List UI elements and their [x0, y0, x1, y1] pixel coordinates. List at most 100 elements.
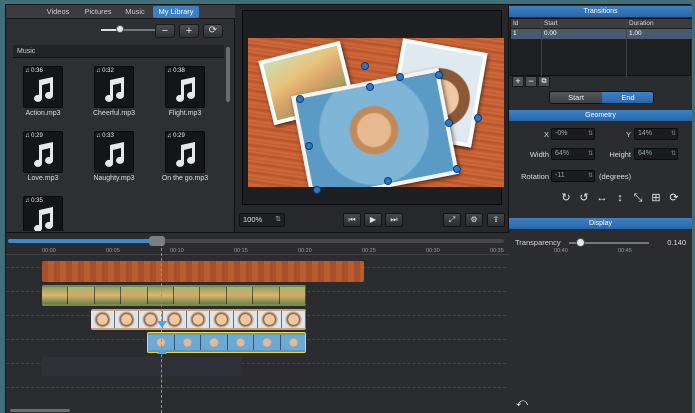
table-row[interactable]: 1 0.00 1.00: [511, 29, 692, 39]
library-scrollbar[interactable]: [226, 47, 230, 102]
music-item[interactable]: ♫ 0:29 Love.mp3: [13, 126, 71, 186]
height-field[interactable]: 64% ⇅: [634, 148, 678, 160]
rotation-field[interactable]: -11 ⇅: [551, 170, 595, 182]
cell-start: 0.00: [544, 30, 557, 37]
clip-frame: [42, 287, 69, 304]
play-button[interactable]: ▶: [364, 213, 382, 227]
refresh-button[interactable]: ⟳: [203, 24, 223, 38]
next-button[interactable]: ⏭: [385, 213, 403, 227]
x-field[interactable]: -0% ⇅: [551, 128, 595, 140]
preview-controls: 100% ⇅ ⏮ ▶ ⏭ ⤢ ⚙ ⇪: [235, 209, 509, 231]
transform-handle-bottom[interactable]: [384, 177, 392, 185]
music-note-icon: [105, 142, 125, 167]
stepper-icon[interactable]: ⇅: [588, 171, 593, 181]
volume-knob[interactable]: [116, 25, 125, 33]
tab-music[interactable]: Music: [119, 6, 151, 18]
music-note-icon: [34, 142, 54, 167]
add-transition-button[interactable]: +: [512, 76, 524, 87]
flip-vertical-icon[interactable]: ↕: [613, 191, 627, 205]
fullscreen-button[interactable]: ⤢: [443, 213, 461, 227]
stepper-icon[interactable]: ⇅: [588, 129, 593, 139]
photo-handle-girl-right[interactable]: [474, 114, 482, 122]
zoom-select[interactable]: 100% ⇅: [239, 213, 285, 227]
timeline-scrubber[interactable]: [149, 236, 165, 246]
clip-frame: [210, 311, 235, 328]
fit-icon[interactable]: ⤡: [631, 191, 645, 205]
remove-transition-button[interactable]: −: [525, 76, 537, 87]
clip-photo-boy[interactable]: [42, 285, 306, 306]
transition-start-marker[interactable]: [157, 321, 167, 328]
photo-handle-girl-top[interactable]: [396, 73, 404, 81]
transform-handle-left[interactable]: [305, 142, 313, 150]
clip-frame: [253, 287, 280, 304]
y-field[interactable]: 14% ⇅: [634, 128, 678, 140]
transform-handle-br[interactable]: [453, 165, 461, 173]
stepper-icon[interactable]: ⇅: [671, 149, 676, 159]
music-thumbnail: ♫ 0:32: [94, 66, 134, 108]
rotation-label: Rotation: [521, 172, 549, 181]
previous-button[interactable]: ⏮: [343, 213, 361, 227]
clip-photo-girl[interactable]: [91, 309, 306, 330]
duration-label: ♫ 0:36: [25, 68, 43, 74]
width-field[interactable]: 64% ⇅: [551, 148, 595, 160]
volume-slider[interactable]: [101, 25, 161, 33]
flip-horizontal-icon[interactable]: ↔: [595, 191, 609, 205]
transparency-slider[interactable]: [569, 238, 649, 247]
end-segment[interactable]: End: [602, 92, 653, 103]
music-note-icon: [34, 207, 54, 231]
transparency-knob[interactable]: [576, 238, 586, 247]
music-thumbnail: ♫ 0:35: [23, 196, 63, 231]
transform-handle-tl[interactable]: [296, 95, 304, 103]
music-item[interactable]: ♫ 0:29 On the go.mp3: [155, 126, 213, 186]
ruler-tick: 00:25: [362, 248, 376, 254]
music-grid: ♫ 0:36 Action.mp3 ♫ 0:32 Cheerful.mp3 ♫ 0:38…: [13, 61, 224, 231]
clip-frame: [91, 311, 115, 328]
start-segment[interactable]: Start: [550, 92, 602, 103]
duration-label: ♫ 0:35: [25, 198, 43, 204]
preview-canvas[interactable]: [248, 38, 504, 187]
remove-button[interactable]: −: [155, 24, 175, 38]
music-item[interactable]: ♫ 0:33 Naughty.mp3: [84, 126, 142, 186]
rotate-ccw-icon[interactable]: ↺: [577, 191, 591, 205]
music-item[interactable]: ♫ 0:38 Flight.mp3: [155, 61, 213, 121]
stepper-icon[interactable]: ⇅: [588, 149, 593, 159]
stepper-icon[interactable]: ⇅: [671, 129, 676, 139]
photo-handle-boy[interactable]: [361, 62, 369, 70]
transform-handle-right[interactable]: [445, 119, 453, 127]
clip-frame: [279, 287, 306, 304]
clip-frame: [254, 335, 281, 350]
tab-pictures[interactable]: Pictures: [79, 6, 117, 18]
timeline-ruler[interactable]: 00:00 00:05 00:10 00:15 00:20 00:25 00:30 00:35…: [6, 246, 632, 255]
cell-id: 1: [513, 30, 517, 37]
height-label: Height: [609, 150, 631, 159]
clip-frame: [121, 287, 148, 304]
share-button[interactable]: ⇪: [487, 213, 505, 227]
undo-icon[interactable]: ⤺: [516, 397, 530, 409]
duplicate-transition-button[interactable]: ⧉: [538, 76, 550, 87]
transform-handle-bottom-left[interactable]: [313, 186, 321, 194]
fill-icon[interactable]: ⊞: [649, 191, 663, 205]
music-item[interactable]: ♫ 0:36 Action.mp3: [13, 61, 71, 121]
clip-frame: [114, 311, 139, 328]
tab-videos[interactable]: Videos: [39, 6, 77, 18]
music-item[interactable]: ♫ 0:35: [13, 191, 71, 231]
clip-frame: [174, 335, 201, 350]
clip-photo-child-selected[interactable]: [147, 332, 306, 353]
rotate-cw-icon[interactable]: ↻: [559, 191, 573, 205]
transform-handle-tr[interactable]: [435, 71, 443, 79]
col-header-start: Start: [544, 20, 558, 27]
tab-my-library[interactable]: My Library: [153, 6, 199, 18]
playhead[interactable]: [161, 243, 162, 413]
transition-end-marker[interactable]: [157, 347, 167, 354]
timeline-progress-track[interactable]: [156, 239, 504, 243]
music-item[interactable]: ♫ 0:32 Cheerful.mp3: [84, 61, 142, 121]
geometry-header: Geometry: [509, 110, 692, 121]
transform-handle-top[interactable]: [366, 83, 374, 91]
settings-button[interactable]: ⚙: [465, 213, 483, 227]
timeline-scrollbar[interactable]: [10, 409, 70, 412]
clip-background[interactable]: [42, 261, 364, 282]
clip-empty: [42, 357, 242, 376]
add-button[interactable]: +: [179, 24, 199, 38]
reset-geometry-icon[interactable]: ⟳: [667, 191, 681, 205]
music-thumbnail: ♫ 0:38: [165, 66, 205, 108]
